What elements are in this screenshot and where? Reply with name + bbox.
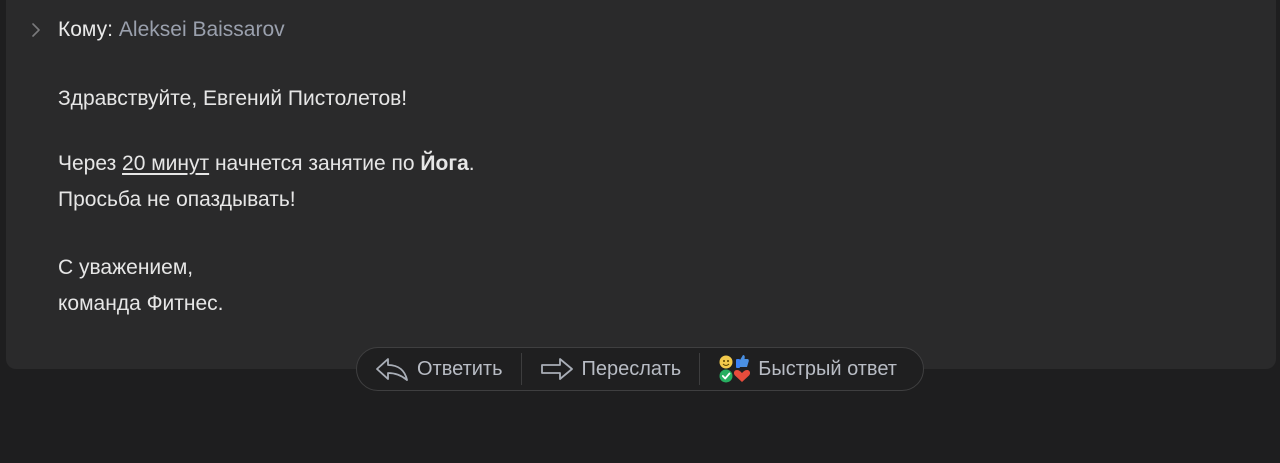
message-text: . [468, 152, 475, 175]
duration-link[interactable]: 20 минут [122, 152, 209, 175]
message-paragraph: Через 20 минут начнется занятие по Йога.… [58, 146, 475, 218]
message-signature: С уважением, команда Фитнес. [58, 250, 224, 322]
forward-button[interactable]: Переслать [522, 348, 700, 390]
forward-label: Переслать [581, 357, 682, 380]
reply-label: Ответить [417, 357, 503, 380]
emoji-reactions-icon [718, 354, 751, 384]
message-action-bar: Ответить Переслать Быстрый ответ [356, 347, 924, 391]
forward-arrow-icon [540, 356, 574, 382]
signature-line: команда Фитнес. [58, 292, 224, 315]
recipient-label: Кому: [58, 18, 113, 41]
message-text: начнется занятие по [209, 152, 421, 175]
quick-reply-label: Быстрый ответ [758, 357, 897, 380]
message-text: Через [58, 152, 123, 175]
message-line: Через 20 минут начнется занятие по Йога. [58, 146, 475, 182]
recipient-name[interactable]: Aleksei Baissarov [119, 18, 285, 42]
chevron-right-icon[interactable] [26, 20, 46, 40]
signature-line: С уважением, [58, 256, 194, 279]
message-line: Просьба не опаздывать! [58, 188, 296, 211]
class-name: Йога [420, 152, 469, 175]
email-view: Кому: Aleksei Baissarov Здравствуйте, Ев… [0, 0, 1280, 463]
recipient-row: Кому: Aleksei Baissarov [26, 17, 285, 43]
message-greeting: Здравствуйте, Евгений Пистолетов! [58, 87, 408, 110]
reply-arrow-icon [375, 356, 409, 382]
quick-reply-button[interactable]: Быстрый ответ [700, 348, 913, 390]
reply-button[interactable]: Ответить [357, 348, 521, 390]
